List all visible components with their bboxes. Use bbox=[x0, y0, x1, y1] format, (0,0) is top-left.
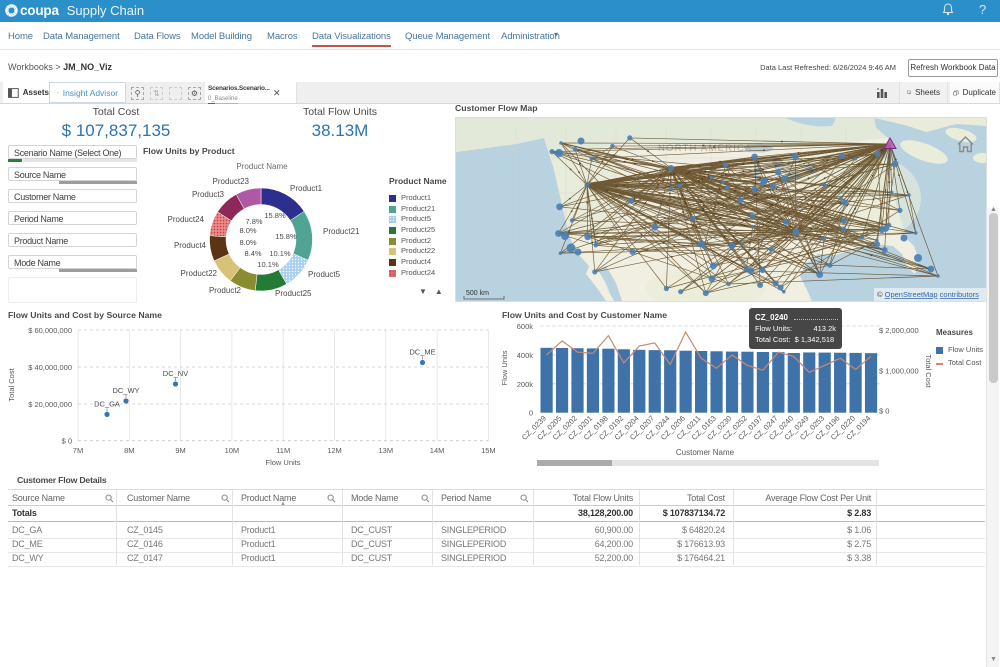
svg-text:10M: 10M bbox=[225, 446, 240, 455]
svg-text:DC_ME: DC_ME bbox=[409, 348, 435, 357]
svg-text:600k: 600k bbox=[517, 322, 534, 331]
svg-text:Product5: Product5 bbox=[308, 270, 341, 279]
svg-text:Product21: Product21 bbox=[323, 227, 360, 236]
svg-text:Product4: Product4 bbox=[174, 241, 207, 250]
svg-text:Customer Name: Customer Name bbox=[676, 448, 735, 457]
svg-text:0: 0 bbox=[529, 409, 533, 418]
svg-text:11M: 11M bbox=[276, 446, 290, 455]
svg-text:$ 60,000,000: $ 60,000,000 bbox=[28, 326, 72, 335]
svg-text:9M: 9M bbox=[175, 446, 185, 455]
svg-text:DC_GA: DC_GA bbox=[94, 399, 120, 408]
svg-text:$ 40,000,000: $ 40,000,000 bbox=[28, 363, 72, 372]
svg-text:© OpenStreetMap contributors: © OpenStreetMap contributors bbox=[877, 290, 979, 299]
svg-text:DC_NV: DC_NV bbox=[163, 369, 188, 378]
svg-text:Product1: Product1 bbox=[290, 184, 323, 193]
svg-text:Product24: Product24 bbox=[168, 215, 205, 224]
svg-text:15M: 15M bbox=[481, 446, 496, 455]
svg-text:15.8%: 15.8% bbox=[275, 232, 297, 241]
svg-text:DC_WY: DC_WY bbox=[112, 386, 139, 395]
svg-text:Flow Units: Flow Units bbox=[500, 350, 509, 385]
svg-text:400k: 400k bbox=[517, 351, 534, 360]
svg-text:$ 1,000,000: $ 1,000,000 bbox=[879, 366, 919, 375]
svg-text:NORTH AMERICA: NORTH AMERICA bbox=[658, 143, 753, 154]
svg-text:Product3: Product3 bbox=[192, 190, 225, 199]
svg-text:Total Cost: Total Cost bbox=[924, 354, 933, 388]
svg-text:Product23: Product23 bbox=[213, 177, 250, 186]
svg-text:7.8%: 7.8% bbox=[245, 217, 262, 226]
svg-text:12M: 12M bbox=[327, 446, 342, 455]
svg-text:200k: 200k bbox=[517, 380, 534, 389]
svg-text:8M: 8M bbox=[124, 446, 134, 455]
svg-text:8.4%: 8.4% bbox=[244, 249, 261, 258]
svg-text:Product2: Product2 bbox=[209, 286, 242, 295]
svg-text:8.0%: 8.0% bbox=[239, 226, 256, 235]
svg-text:Total Cost: Total Cost bbox=[7, 367, 16, 401]
svg-text:Product Name: Product Name bbox=[236, 162, 288, 171]
svg-text:Product25: Product25 bbox=[275, 289, 312, 298]
svg-text:15.8%: 15.8% bbox=[264, 211, 286, 220]
svg-text:10.1%: 10.1% bbox=[257, 260, 279, 269]
svg-text:10.1%: 10.1% bbox=[269, 249, 291, 258]
svg-text:14M: 14M bbox=[430, 446, 445, 455]
svg-text:$ 0: $ 0 bbox=[62, 437, 72, 446]
svg-text:Product22: Product22 bbox=[181, 269, 218, 278]
svg-text:$ 0: $ 0 bbox=[879, 407, 889, 416]
svg-text:Flow Units: Flow Units bbox=[265, 458, 300, 467]
svg-text:8.0%: 8.0% bbox=[239, 238, 256, 247]
svg-text:500 km: 500 km bbox=[466, 290, 489, 297]
svg-text:13M: 13M bbox=[379, 446, 394, 455]
svg-text:$ 20,000,000: $ 20,000,000 bbox=[28, 400, 72, 409]
svg-text:$ 2,000,000: $ 2,000,000 bbox=[879, 326, 919, 335]
svg-text:7M: 7M bbox=[73, 446, 83, 455]
